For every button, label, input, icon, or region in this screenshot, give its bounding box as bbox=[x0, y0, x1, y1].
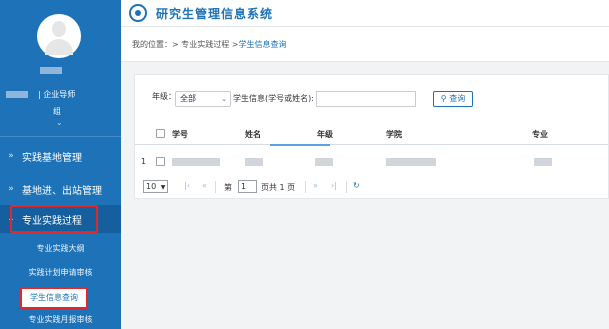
app-title: 研究生管理信息系统 bbox=[156, 7, 274, 21]
grade-select-value: 全部 bbox=[180, 94, 196, 103]
sidebar-item-label: 基地进、出站管理 bbox=[22, 185, 102, 197]
page-number-input[interactable]: 1 bbox=[238, 180, 257, 193]
table-row[interactable]: 1 bbox=[135, 153, 608, 173]
chevron-down-icon: ⌄ bbox=[221, 95, 227, 103]
sidebar-item-practice-base[interactable]: » 实践基地管理 bbox=[0, 142, 121, 170]
page-suffix: 页共 1 页 bbox=[261, 183, 296, 192]
breadcrumb-path: > 专业实践过程 > bbox=[172, 39, 239, 49]
user-expand-chevron-icon[interactable]: ⌄ bbox=[56, 118, 63, 127]
pager-separator bbox=[215, 181, 216, 193]
pager-separator bbox=[305, 181, 306, 193]
highlight-box-menu bbox=[10, 205, 98, 233]
double-chevron-right-icon: » bbox=[8, 151, 14, 161]
user-role-wrap: 组 bbox=[53, 107, 61, 116]
university-seal-icon bbox=[129, 4, 147, 22]
table-header: 学号 姓名 年级 学院 专业 bbox=[135, 123, 608, 145]
submenu-item-outline[interactable]: 专业实践大纲 bbox=[0, 237, 121, 261]
pager-separator bbox=[346, 181, 347, 193]
breadcrumb: 我的位置： > 专业实践过程 > 学生信息查询 bbox=[121, 27, 609, 62]
last-page-icon[interactable]: ›| bbox=[331, 181, 337, 190]
select-all-checkbox[interactable] bbox=[156, 129, 165, 138]
grade-label: 年级： bbox=[152, 92, 176, 101]
sidebar-item-label: 实践基地管理 bbox=[22, 152, 82, 164]
header-sort-indicator bbox=[270, 144, 330, 146]
next-page-icon[interactable]: » bbox=[313, 181, 318, 190]
seal-center-icon bbox=[135, 10, 141, 16]
page-size-value: 10 bbox=[146, 182, 157, 191]
page-prefix: 第 bbox=[224, 183, 232, 192]
cell-name-redacted bbox=[245, 158, 263, 166]
sidebar-divider bbox=[0, 136, 121, 137]
double-chevron-right-icon: » bbox=[8, 184, 14, 194]
grade-select[interactable]: 全部 ⌄ bbox=[175, 91, 231, 107]
user-id-redacted bbox=[6, 91, 28, 98]
user-role-line: | 企业导师 bbox=[6, 89, 118, 101]
cell-college-redacted bbox=[386, 158, 436, 166]
user-name-redacted bbox=[40, 67, 62, 74]
prev-page-icon[interactable]: « bbox=[202, 181, 207, 190]
page-size-select[interactable]: 10 ▼ bbox=[143, 180, 168, 193]
cell-major-redacted bbox=[534, 158, 552, 166]
submenu-item-student-query[interactable]: 学生信息查询 bbox=[20, 287, 88, 309]
header-major[interactable]: 专业 bbox=[532, 129, 548, 140]
header-grade[interactable]: 年级 bbox=[317, 129, 333, 140]
avatar-head-icon bbox=[52, 21, 66, 37]
cell-student-id-redacted bbox=[172, 158, 220, 166]
submenu-item-plan-review[interactable]: 实践计划申请审核 bbox=[0, 261, 121, 285]
chevron-down-icon: ▼ bbox=[160, 184, 166, 191]
refresh-icon[interactable]: ↻ bbox=[353, 181, 360, 190]
search-button-label: 查询 bbox=[449, 94, 466, 103]
header-name[interactable]: 姓名 bbox=[245, 129, 261, 140]
cell-grade-redacted bbox=[315, 158, 333, 166]
header-college[interactable]: 学院 bbox=[386, 129, 402, 140]
top-header: 研究生管理信息系统 bbox=[121, 0, 609, 27]
breadcrumb-current: 学生信息查询 bbox=[238, 39, 287, 49]
first-page-icon[interactable]: |‹ bbox=[184, 181, 190, 190]
avatar bbox=[37, 14, 81, 58]
row-checkbox[interactable] bbox=[156, 157, 165, 166]
avatar-body-icon bbox=[45, 39, 73, 55]
sidebar-item-station-management[interactable]: » 基地进、出站管理 bbox=[0, 175, 121, 203]
breadcrumb-prefix: 我的位置： bbox=[132, 39, 172, 49]
row-index: 1 bbox=[141, 157, 147, 166]
main-panel: 年级： 全部 ⌄ 学生信息(学号或姓名): ⚲ 查询 学号 姓名 年级 学院 专… bbox=[134, 74, 609, 199]
search-button[interactable]: ⚲ 查询 bbox=[433, 91, 473, 107]
user-role: | 企业导师 bbox=[38, 90, 76, 99]
query-input[interactable] bbox=[316, 91, 416, 107]
sidebar: | 企业导师 组 ⌄ » 实践基地管理 » 基地进、出站管理 ⌄ 专业实践过程 … bbox=[0, 0, 121, 329]
query-label: 学生信息(学号或姓名): bbox=[233, 94, 314, 103]
search-icon: ⚲ bbox=[440, 94, 447, 103]
submenu-item-monthly-review[interactable]: 专业实践月报审核 bbox=[0, 311, 121, 329]
header-student-id[interactable]: 学号 bbox=[172, 129, 188, 140]
